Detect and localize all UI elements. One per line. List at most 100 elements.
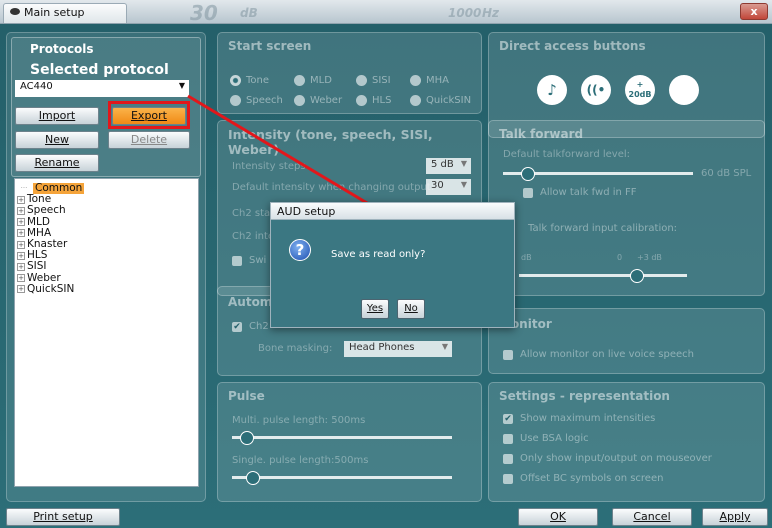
tree-item-sisi[interactable]: + SISI [17,261,196,272]
ghost-db: dB [240,6,258,20]
ear-speaker-icon[interactable]: ((• [581,75,611,105]
expand-icon[interactable]: + [17,274,25,283]
ghost-frequency: 1000 [448,6,482,20]
checkbox-box [232,255,242,266]
monitor-panel: Monitor Allow monitor on live voice spee… [488,308,765,374]
intensity-steps-dropdown[interactable]: 5 dB ▼ [426,158,471,174]
expand-icon[interactable]: + [17,195,25,204]
multi-pulse-slider[interactable] [232,431,452,445]
calibration-slider[interactable] [519,269,687,283]
slider-knob[interactable] [520,167,535,181]
radio-quicksin[interactable]: QuickSIN [410,95,471,106]
radio-speech[interactable]: Speech [230,95,283,106]
close-button[interactable]: x [740,3,768,20]
talkforward-level-slider[interactable] [503,167,693,181]
window-tab[interactable]: Main setup [3,3,127,23]
tree-item-label: QuickSIN [27,282,75,295]
checkbox-box [523,187,533,198]
bone-masking-label: Bone masking: [258,343,333,354]
export-highlight-box [108,101,190,129]
import-button[interactable]: Import [15,107,99,125]
no-button[interactable]: No [397,299,425,319]
calibration-checkbox[interactable]: Talk forward input calibration: [511,223,677,234]
intensity-heading: Intensity (tone, speech, SISI, Weber) [228,127,433,157]
yes-button[interactable]: Yes [361,299,389,319]
intensity-steps-label: Intensity steps [232,161,306,172]
delete-button[interactable]: Delete [108,131,190,149]
expand-icon[interactable]: + [17,285,25,294]
radio-dot [294,95,305,106]
talk-forward-panel: Talk forward Default talkforward level: … [488,120,765,296]
checkbox-box [503,349,513,360]
expand-icon[interactable]: + [17,229,25,238]
expand-icon[interactable]: + [17,206,25,215]
aud-setup-dialog: AUD setup ? Save as read only? Yes No [270,202,515,328]
switch-checkbox[interactable]: Swi [232,255,266,266]
monitor-heading: Monitor [499,317,552,331]
cancel-button[interactable]: Cancel [612,508,692,526]
title-bar: Main setup 30 dB 1000 Hz x [0,0,772,25]
new-button[interactable]: New [15,131,99,149]
close-icon: x [750,5,758,18]
radio-dot [410,95,421,106]
default-intensity-dropdown[interactable]: 30 ▼ [426,179,471,195]
settings-representation-panel: Settings - representation ✔ Show maximum … [488,382,765,502]
slider-knob[interactable] [240,431,254,445]
default-talkforward-label: Default talkforward level: [503,149,631,160]
expand-icon[interactable]: + [17,240,25,249]
tree-item-weber[interactable]: + Weber [17,272,196,284]
protocol-dropdown[interactable]: AC440 ▼ [15,80,189,97]
window-title: Main setup [24,6,85,19]
expand-icon[interactable]: + [17,251,25,260]
slider-knob[interactable] [246,471,260,485]
bone-masking-dropdown[interactable]: Head Phones ▼ [344,341,452,357]
radio-sisi[interactable]: SISI [356,75,391,86]
auto-ch2-checkbox[interactable]: ✔ Ch2 [232,321,269,332]
radio-hls[interactable]: HLS [356,95,391,106]
single-pulse-slider[interactable] [232,471,452,485]
settings-rep-heading: Settings - representation [499,389,670,403]
blank-circle-icon[interactable] [669,75,699,105]
checkbox-box [503,453,513,464]
checkbox-box: ✔ [232,321,242,332]
multi-pulse-label: Multi. pulse length: 500ms [232,415,366,426]
cal-left-label: dB [521,253,532,262]
ghost-hz: Hz [482,6,500,20]
settings-checkbox[interactable]: Only show input/output on mouseover [503,453,712,464]
settings-checkbox[interactable]: ✔ Show maximum intensities [503,413,655,424]
slider-knob[interactable] [629,269,644,283]
selected-protocol-label: Selected protocol [30,62,169,78]
print-setup-button[interactable]: Print setup [6,508,120,526]
cal-mid-label: 0 [617,253,623,262]
tree-item-quicksin[interactable]: + QuickSIN [17,282,196,295]
chevron-down-icon: ▼ [460,180,467,189]
expand-icon[interactable]: + [17,218,25,227]
settings-checkbox[interactable]: Offset BC symbols on screen [503,473,663,484]
ok-button[interactable]: OK [518,508,598,526]
expand-icon[interactable]: + [17,262,25,271]
start-screen-panel: Start screen Tone MLD SISI MHA Speech We… [217,32,482,114]
protocol-tree[interactable]: ··· Common + Tone + Speech + MLD + MHA + Knaster + HL… [14,178,199,487]
radio-weber[interactable]: Weber [294,95,342,106]
radio-mha[interactable]: MHA [410,75,449,86]
settings-checkbox[interactable]: Use BSA logic [503,433,589,444]
music-note-icon[interactable]: ♪ [537,75,567,105]
pulse-panel: Pulse Multi. pulse length: 500ms Single.… [217,382,482,502]
tree-item-label: Speech [27,204,66,217]
apply-button[interactable]: Apply [702,508,768,526]
rename-button[interactable]: Rename [15,154,99,172]
checkbox-box [503,433,513,444]
protocols-heading: Protocols [30,42,94,56]
chevron-down-icon: ▼ [460,159,467,168]
ch2-intensity-label: Ch2 inte [232,231,275,242]
plus-20db-icon[interactable]: +20dB [625,75,655,105]
radio-tone[interactable]: Tone [230,75,269,86]
monitor-checkbox[interactable]: Allow monitor on live voice speech [503,349,694,360]
radio-dot [356,75,367,86]
radio-dot [356,95,367,106]
radio-dot [230,95,241,106]
allow-ff-checkbox[interactable]: Allow talk fwd in FF [523,187,637,198]
radio-dot [230,75,241,86]
tree-item-speech[interactable]: + Speech [17,205,196,216]
radio-mld[interactable]: MLD [294,75,332,86]
